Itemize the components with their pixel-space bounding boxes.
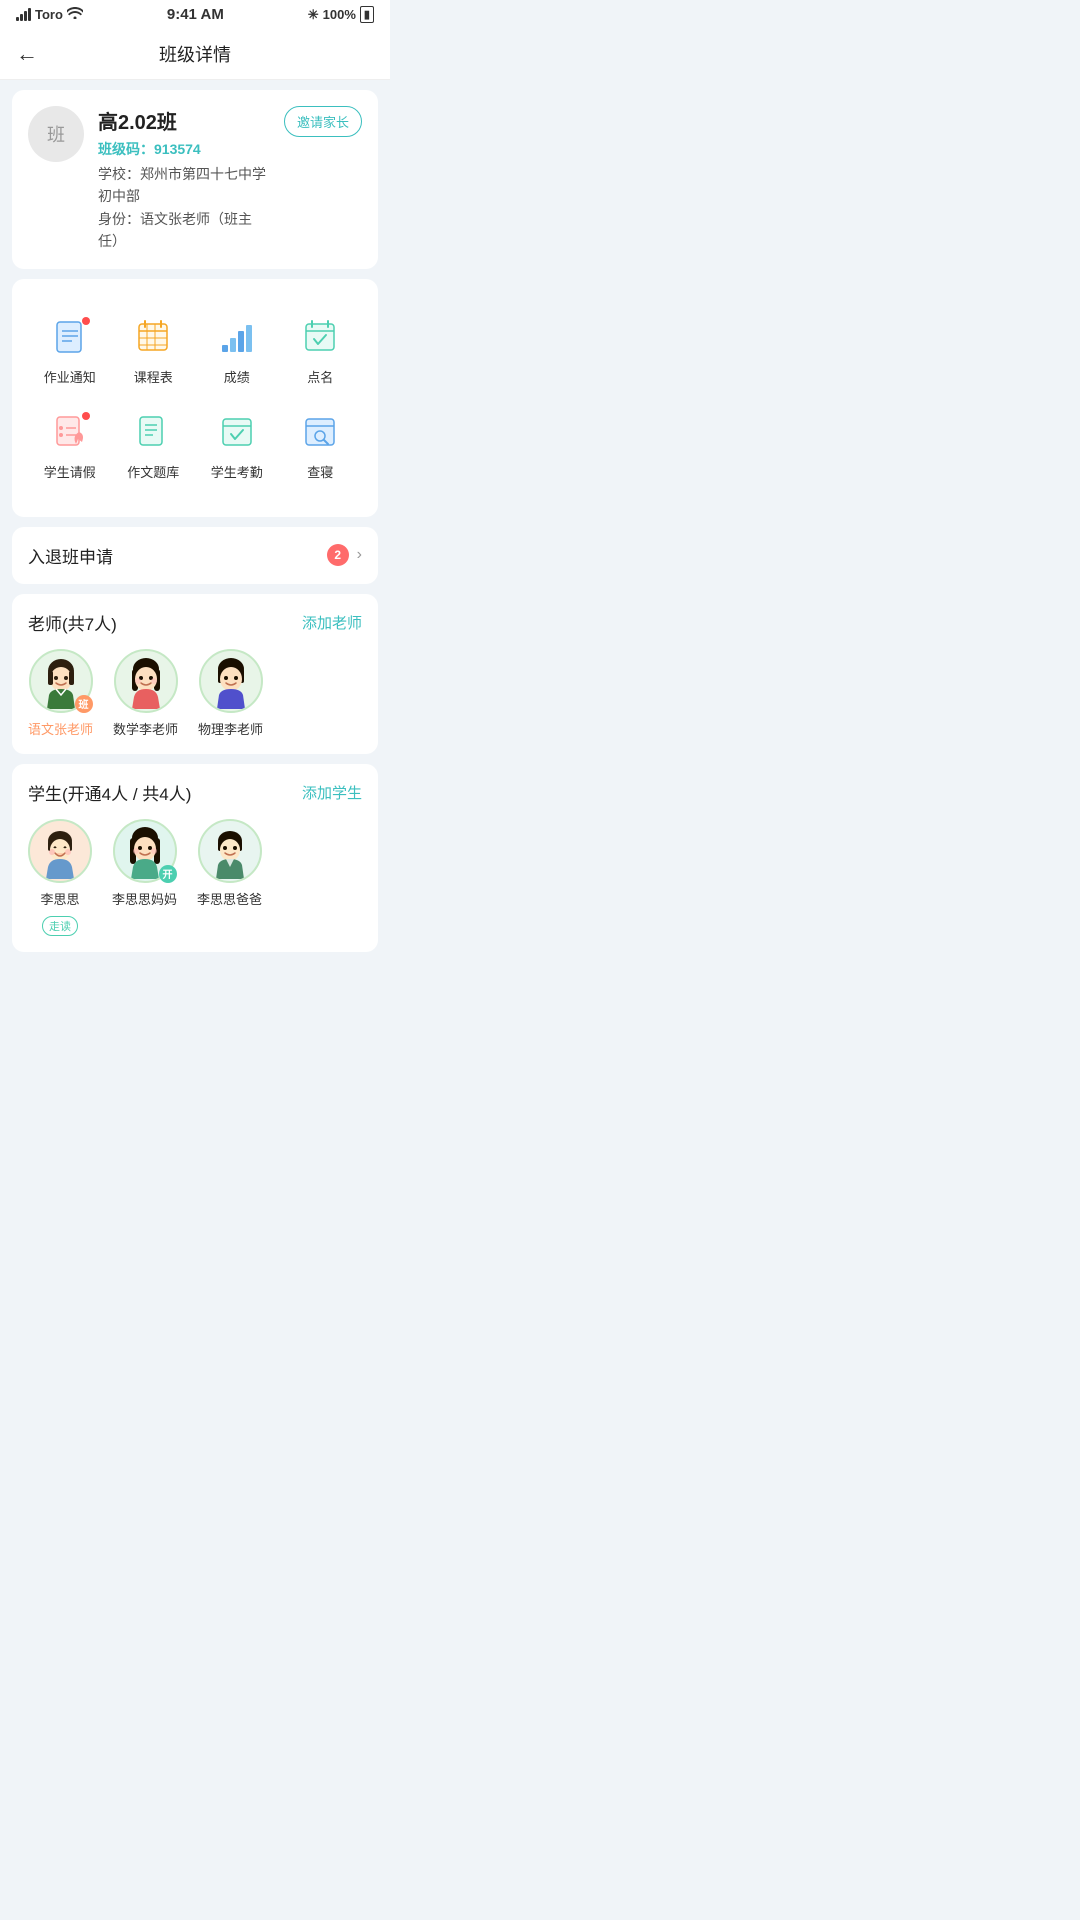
- class-avatar: 班: [28, 106, 84, 162]
- class-name: 高2.02班: [98, 106, 270, 135]
- feature-study[interactable]: 学生考勤: [195, 398, 279, 493]
- teacher-item-3[interactable]: 物理李老师: [198, 649, 263, 738]
- invite-parent-button[interactable]: 邀请家长: [284, 106, 362, 137]
- dormitory-label: 查寝: [307, 462, 333, 481]
- wifi-icon: [67, 7, 83, 22]
- grades-icon: [215, 315, 259, 359]
- homework-label: 作业通知: [44, 367, 96, 386]
- status-bar: Toro 9:41 AM ✳ 100% ▮: [0, 0, 390, 29]
- teacher-name-2: 数学李老师: [113, 719, 178, 738]
- schedule-label: 课程表: [134, 367, 173, 386]
- attendance-label: 点名: [307, 367, 333, 386]
- class-school: 学校：郑州市第四十七中学初中部: [98, 163, 270, 208]
- feature-dormitory[interactable]: 查寝: [279, 398, 363, 493]
- student-name-3: 李思思爸爸: [197, 889, 262, 908]
- status-left: Toro: [16, 7, 83, 22]
- leave-icon: [48, 410, 92, 454]
- teacher-name-3: 物理李老师: [198, 719, 263, 738]
- students-title: 学生(开通4人 / 共4人): [28, 780, 191, 805]
- page-title: 班级详情: [159, 41, 231, 67]
- study-icon: [215, 410, 259, 454]
- class-details: 高2.02班 班级码：913574 学校：郑州市第四十七中学初中部 身份：语文张…: [98, 106, 270, 253]
- student-avatar-1: [28, 819, 92, 883]
- status-right: ✳ 100% ▮: [308, 6, 374, 23]
- head-teacher-badge: 班: [75, 695, 93, 713]
- join-section[interactable]: 入退班申请 2 ›: [12, 527, 378, 584]
- join-title: 入退班申请: [28, 543, 113, 568]
- teacher-avatar-1: 班: [29, 649, 93, 713]
- feature-attendance[interactable]: 点名: [279, 303, 363, 398]
- teacher-avatar-2: [114, 649, 178, 713]
- students-list: 李思思 走读: [28, 819, 362, 936]
- add-teacher-button[interactable]: 添加老师: [302, 612, 362, 633]
- signal-icon: [16, 8, 31, 21]
- teachers-section: 老师(共7人) 添加老师: [12, 594, 378, 754]
- homework-icon: [48, 315, 92, 359]
- add-student-button[interactable]: 添加学生: [302, 782, 362, 803]
- nav-bar: ← 班级详情: [0, 29, 390, 80]
- schedule-icon: [131, 315, 175, 359]
- students-section: 学生(开通4人 / 共4人) 添加学生: [12, 764, 378, 952]
- features-grid: 作业通知 课程表: [28, 295, 362, 501]
- student-tag-1: 走读: [42, 916, 78, 936]
- bluetooth-icon: ✳: [308, 7, 319, 23]
- composition-icon: [131, 410, 175, 454]
- main-content: 班 高2.02班 班级码：913574 学校：郑州市第四十七中学初中部 身份：语…: [0, 80, 390, 972]
- teacher-name-1: 语文张老师: [28, 719, 93, 738]
- class-info-card: 班 高2.02班 班级码：913574 学校：郑州市第四十七中学初中部 身份：语…: [12, 90, 378, 269]
- feature-homework[interactable]: 作业通知: [28, 303, 112, 398]
- student-name-1: 李思思: [40, 889, 79, 908]
- students-header: 学生(开通4人 / 共4人) 添加学生: [28, 780, 362, 805]
- study-label: 学生考勤: [211, 462, 263, 481]
- teacher-item-2[interactable]: 数学李老师: [113, 649, 178, 738]
- feature-composition[interactable]: 作文题库: [112, 398, 196, 493]
- teacher-item-1[interactable]: 班 语文张老师: [28, 649, 93, 738]
- join-badge: 2: [327, 544, 349, 566]
- student-item-1[interactable]: 李思思 走读: [28, 819, 92, 936]
- class-code: 班级码：913574: [98, 139, 270, 159]
- status-time: 9:41 AM: [167, 6, 224, 23]
- class-role: 身份：语文张老师（班主任）: [98, 208, 270, 253]
- teacher-avatar-3: [199, 649, 263, 713]
- teachers-header: 老师(共7人) 添加老师: [28, 610, 362, 635]
- battery-percent: 100%: [323, 7, 356, 22]
- join-chevron: ›: [357, 546, 362, 564]
- feature-leave[interactable]: 学生请假: [28, 398, 112, 493]
- teachers-list: 班 语文张老师: [28, 649, 362, 738]
- feature-grades[interactable]: 成绩: [195, 303, 279, 398]
- student-item-3[interactable]: 李思思爸爸: [197, 819, 262, 936]
- composition-label: 作文题库: [127, 462, 179, 481]
- open-badge: 开: [159, 865, 177, 883]
- teachers-title: 老师(共7人): [28, 610, 117, 635]
- attendance-icon: [298, 315, 342, 359]
- battery-icon: ▮: [360, 6, 374, 23]
- student-item-2[interactable]: 开 李思思妈妈: [112, 819, 177, 936]
- student-name-2: 李思思妈妈: [112, 889, 177, 908]
- features-card: 作业通知 课程表: [12, 279, 378, 517]
- join-right: 2 ›: [327, 544, 362, 566]
- carrier-name: Toro: [35, 7, 63, 22]
- feature-schedule[interactable]: 课程表: [112, 303, 196, 398]
- back-button[interactable]: ←: [16, 41, 38, 67]
- leave-label: 学生请假: [44, 462, 96, 481]
- dormitory-icon: [298, 410, 342, 454]
- student-avatar-2: 开: [113, 819, 177, 883]
- grades-label: 成绩: [224, 367, 250, 386]
- student-avatar-3: [198, 819, 262, 883]
